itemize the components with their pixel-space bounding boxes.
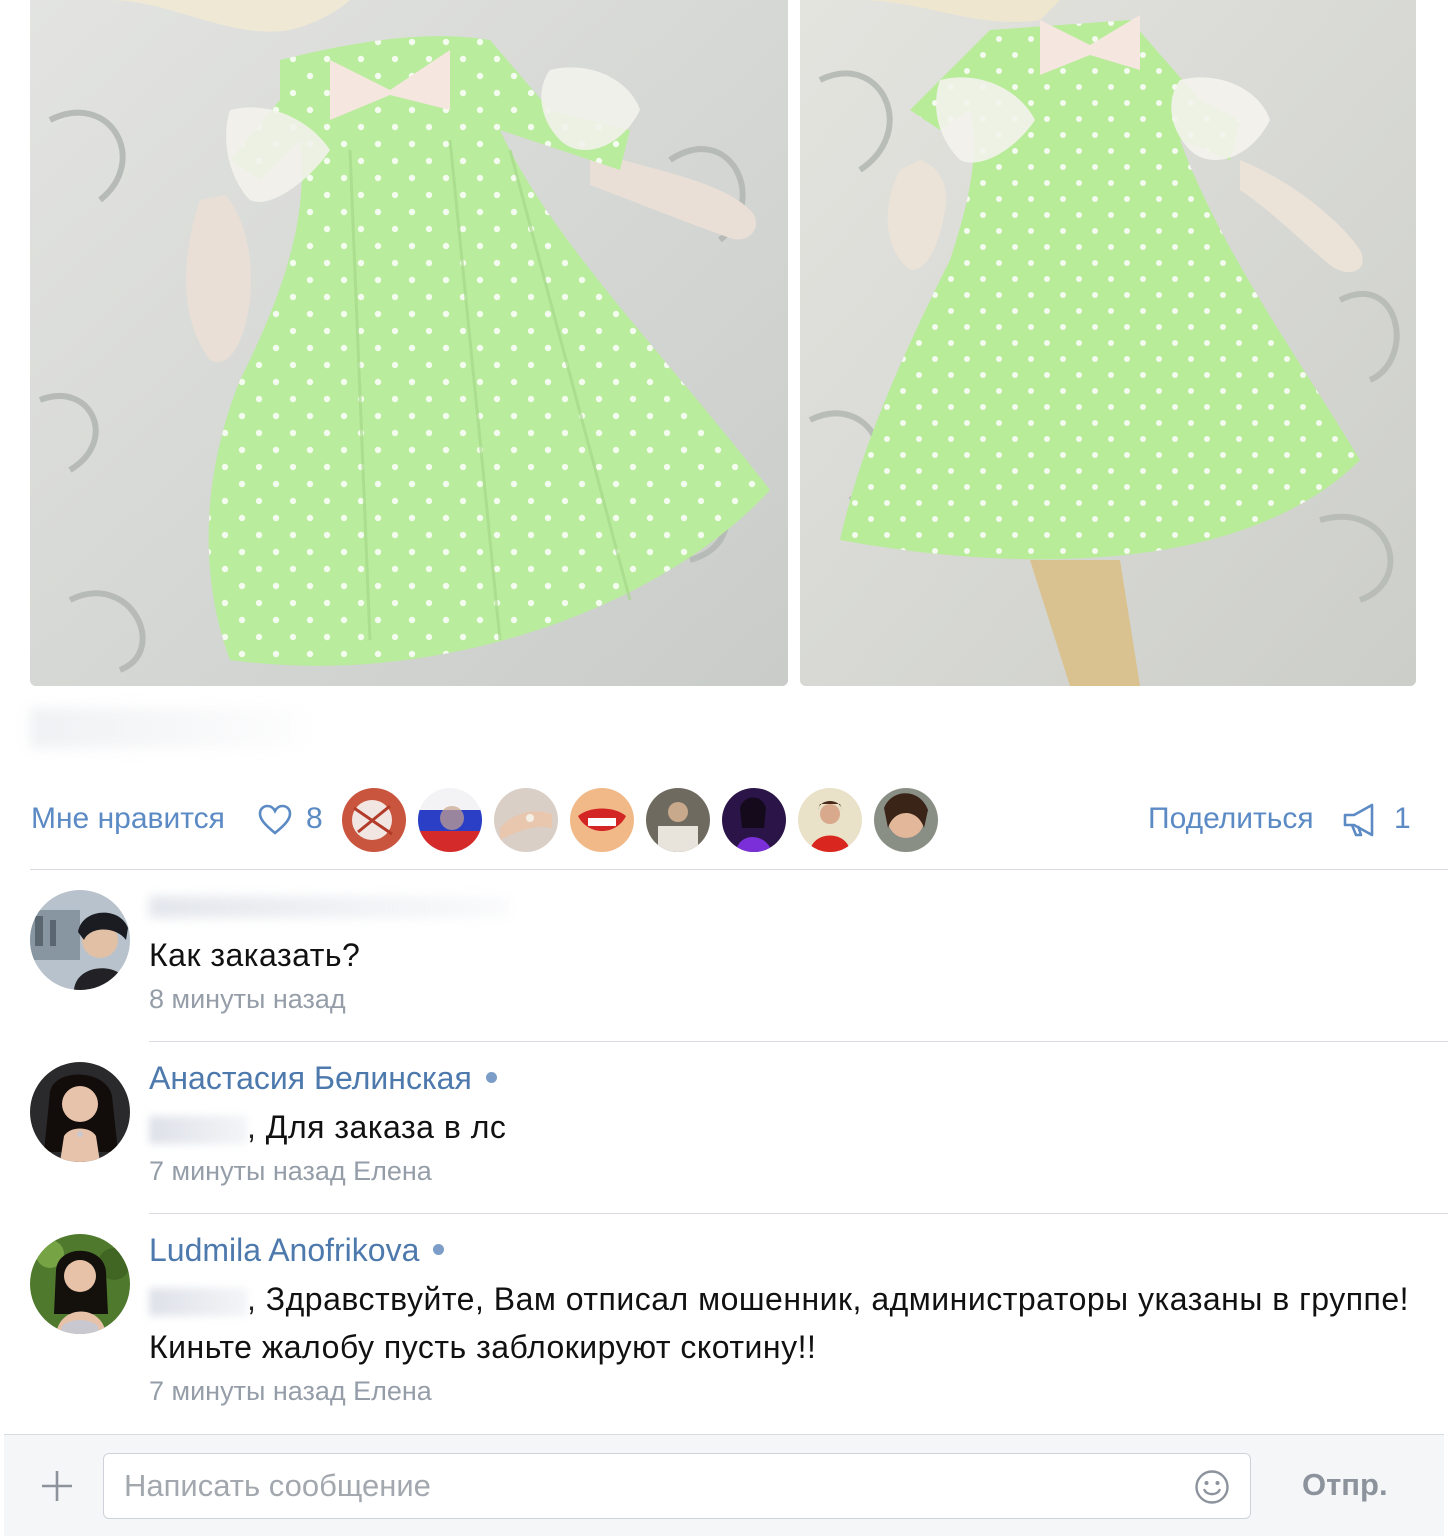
share-button[interactable]: Поделиться <box>1148 802 1314 836</box>
share-count[interactable]: 1 <box>1394 802 1411 836</box>
heart-icon[interactable] <box>258 804 292 836</box>
plus-icon[interactable] <box>40 1469 74 1503</box>
like-count[interactable]: 8 <box>306 802 323 836</box>
comment-text: Как заказать? <box>149 937 361 973</box>
liker-avatar[interactable] <box>494 788 558 852</box>
liker-avatar[interactable] <box>798 788 862 852</box>
comment-timestamp[interactable]: 8 минуты назад <box>149 984 346 1015</box>
author-name[interactable]: Ludmila Anofrikova <box>149 1232 419 1268</box>
liker-avatar[interactable] <box>646 788 710 852</box>
comment-body: , Для заказа в лс <box>247 1109 507 1145</box>
like-button[interactable]: Мне нравится <box>31 802 225 836</box>
post-actions-bar: Мне нравится 8 Поделиться 1 <box>0 786 1448 854</box>
megaphone-icon[interactable] <box>1342 802 1382 838</box>
comment-text: , Для заказа в лс <box>149 1103 1419 1151</box>
blurred-caption <box>30 708 300 748</box>
smile-icon[interactable] <box>1194 1469 1230 1505</box>
post-view: Мне нравится 8 Поделиться 1 Как заказать… <box>0 0 1448 1536</box>
send-button[interactable]: Отпр. <box>1302 1467 1388 1503</box>
liker-avatar[interactable] <box>722 788 786 852</box>
comment-item: Как заказать? 8 минуты назад <box>0 870 1448 1041</box>
message-composer: Написать сообщение Отпр. <box>4 1434 1444 1536</box>
liker-avatar[interactable] <box>874 788 938 852</box>
blurred-reply-name <box>149 1287 247 1316</box>
author-name[interactable]: Анастасия Белинская <box>149 1060 472 1096</box>
comment-author[interactable]: Анастасия Белинская <box>149 1060 497 1097</box>
message-placeholder: Написать сообщение <box>124 1468 431 1503</box>
doll-photo-image <box>800 0 1416 686</box>
online-indicator <box>433 1244 445 1256</box>
online-indicator <box>485 1072 497 1084</box>
liker-avatar[interactable] <box>418 788 482 852</box>
blurred-author-name <box>149 896 509 918</box>
post-photo-right[interactable] <box>800 0 1416 686</box>
comment-avatar[interactable] <box>30 1062 130 1162</box>
comment-text: , Здравствуйте, Вам отписал мошенник, ад… <box>149 1275 1419 1371</box>
comment-item: Анастасия Белинская , Для заказа в лс 7 … <box>0 1042 1448 1213</box>
blurred-reply-name <box>149 1115 247 1144</box>
comment-avatar[interactable] <box>30 1234 130 1334</box>
comment-author[interactable]: Ludmila Anofrikova <box>149 1232 445 1269</box>
comment-item: Ludmila Anofrikova , Здравствуйте, Вам о… <box>0 1214 1448 1434</box>
liker-avatar[interactable] <box>342 788 406 852</box>
comment-timestamp[interactable]: 7 минуты назад Елена <box>149 1156 432 1187</box>
post-photo-left[interactable] <box>30 0 788 686</box>
comment-avatar[interactable] <box>30 890 130 990</box>
comment-timestamp[interactable]: 7 минуты назад Елена <box>149 1376 432 1407</box>
liker-avatar[interactable] <box>570 788 634 852</box>
comment-body: , Здравствуйте, Вам отписал мошенник, ад… <box>149 1281 1410 1365</box>
doll-photo-image <box>30 0 788 686</box>
message-input[interactable]: Написать сообщение <box>103 1453 1251 1519</box>
